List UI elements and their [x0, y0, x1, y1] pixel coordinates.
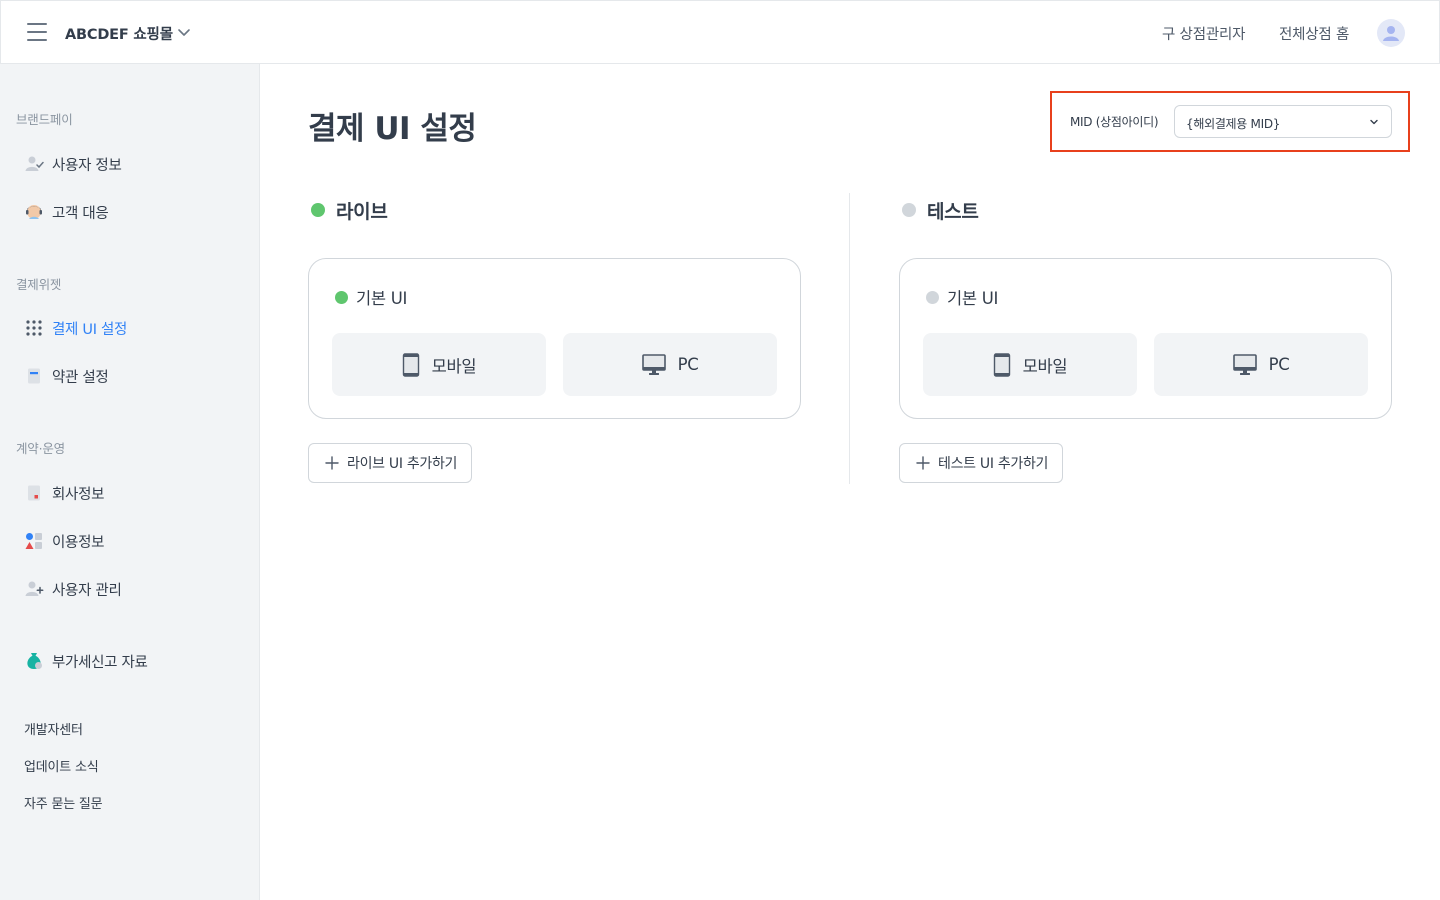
test-mobile-button[interactable]: 모바일 — [923, 333, 1137, 396]
user-check-icon — [24, 154, 44, 174]
sidebar-item-label: 결제 UI 설정 — [52, 321, 128, 338]
sidebar-item-payment-ui[interactable]: 결제 UI 설정 — [24, 316, 127, 340]
sidebar-item-label: 사용자 정보 — [52, 157, 122, 174]
sidebar-item-label: 약관 설정 — [52, 369, 109, 386]
test-mobile-label: 모바일 — [1022, 356, 1068, 376]
column-divider — [849, 193, 850, 484]
section-brandpay: 브랜드페이 — [16, 112, 73, 127]
live-status-dot — [311, 203, 325, 217]
dev-center-link[interactable]: 개발자센터 — [24, 719, 83, 738]
monitor-icon — [1232, 353, 1257, 375]
test-pc-label: PC — [1268, 355, 1290, 374]
sidebar-item-user-info[interactable]: 사용자 정보 — [24, 152, 122, 176]
mobile-icon — [402, 352, 419, 377]
test-heading: 테스트 — [902, 198, 979, 223]
live-card-title-label: 기본 UI — [356, 289, 408, 308]
sidebar-item-label: 회사정보 — [52, 486, 105, 503]
mid-selector-highlight: MID (상점아이디) {해외결제용 MID} — [1050, 91, 1410, 152]
live-heading: 라이브 — [311, 198, 388, 223]
sidebar-item-customer-support[interactable]: 고객 대응 — [24, 200, 109, 224]
sidebar: 브랜드페이 사용자 정보 고객 대응 결제위젯 결제 UI 설정 약관 설정 계… — [0, 64, 260, 900]
sidebar-item-label: 이용정보 — [52, 534, 105, 551]
test-pc-button[interactable]: PC — [1154, 333, 1368, 396]
sidebar-item-label: 부가세신고 자료 — [52, 654, 148, 671]
add-test-ui-label: 테스트 UI 추가하기 — [938, 456, 1049, 472]
mid-label: MID (상점아이디) — [1070, 115, 1159, 129]
live-heading-label: 라이브 — [336, 200, 388, 223]
sidebar-item-label: 고객 대응 — [52, 205, 109, 222]
mid-select[interactable]: {해외결제용 MID} — [1174, 105, 1392, 138]
plus-icon — [325, 456, 339, 470]
test-card-title-label: 기본 UI — [947, 289, 999, 308]
sidebar-item-label: 사용자 관리 — [52, 582, 122, 599]
live-mobile-label: 모바일 — [431, 356, 477, 376]
chevron-down-icon[interactable] — [177, 25, 191, 39]
money-bag-icon — [24, 651, 44, 671]
sidebar-item-terms[interactable]: 약관 설정 — [24, 364, 109, 388]
company-document-icon — [24, 483, 44, 503]
user-add-icon — [24, 579, 44, 599]
sidebar-item-user-manage[interactable]: 사용자 관리 — [24, 577, 122, 601]
add-live-ui-label: 라이브 UI 추가하기 — [347, 456, 458, 472]
sidebar-item-vat[interactable]: 부가세신고 자료 — [24, 649, 148, 673]
document-icon — [24, 366, 44, 386]
add-live-ui-button[interactable]: 라이브 UI 추가하기 — [308, 443, 473, 483]
section-contract: 계약·운영 — [16, 441, 65, 456]
user-icon — [1383, 26, 1399, 41]
mobile-icon — [993, 352, 1010, 377]
top-bar: ABCDEF 쇼핑몰 구 상점관리자 전체상점 홈 — [0, 0, 1440, 64]
all-stores-home-link[interactable]: 전체상점 홈 — [1279, 23, 1349, 44]
shapes-icon — [24, 531, 44, 551]
add-test-ui-button[interactable]: 테스트 UI 추가하기 — [899, 443, 1064, 483]
plus-icon — [916, 456, 930, 470]
test-card-status-dot — [926, 290, 939, 304]
live-pc-label: PC — [677, 355, 699, 374]
chevron-down-icon — [1370, 119, 1378, 125]
old-admin-link[interactable]: 구 상점관리자 — [1162, 23, 1245, 44]
live-card-title[interactable]: 기본 UI — [335, 285, 407, 309]
sidebar-item-company-info[interactable]: 회사정보 — [24, 481, 104, 505]
avatar[interactable] — [1377, 19, 1405, 47]
live-mobile-button[interactable]: 모바일 — [332, 333, 546, 396]
updates-link[interactable]: 업데이트 소식 — [24, 756, 99, 775]
test-card-title[interactable]: 기본 UI — [926, 285, 998, 309]
test-status-dot — [902, 203, 916, 217]
sidebar-item-usage-info[interactable]: 이용정보 — [24, 529, 104, 553]
faq-link[interactable]: 자주 묻는 질문 — [24, 793, 103, 812]
monitor-icon — [641, 353, 666, 375]
menu-icon[interactable] — [27, 23, 47, 41]
live-pc-button[interactable]: PC — [563, 333, 777, 396]
test-basic-ui-card: 기본 UI 모바일 PC — [899, 258, 1392, 419]
test-heading-label: 테스트 — [927, 200, 979, 223]
support-agent-icon — [24, 202, 44, 222]
live-card-status-dot — [335, 290, 348, 304]
section-widget: 결제위젯 — [16, 277, 62, 292]
live-basic-ui-card: 기본 UI 모바일 PC — [308, 258, 801, 419]
mid-select-value: {해외결제용 MID} — [1186, 117, 1281, 131]
store-name[interactable]: ABCDEF 쇼핑몰 — [65, 23, 173, 44]
page-title: 결제 UI 설정 — [308, 111, 477, 147]
grid-dots-icon — [24, 318, 44, 338]
